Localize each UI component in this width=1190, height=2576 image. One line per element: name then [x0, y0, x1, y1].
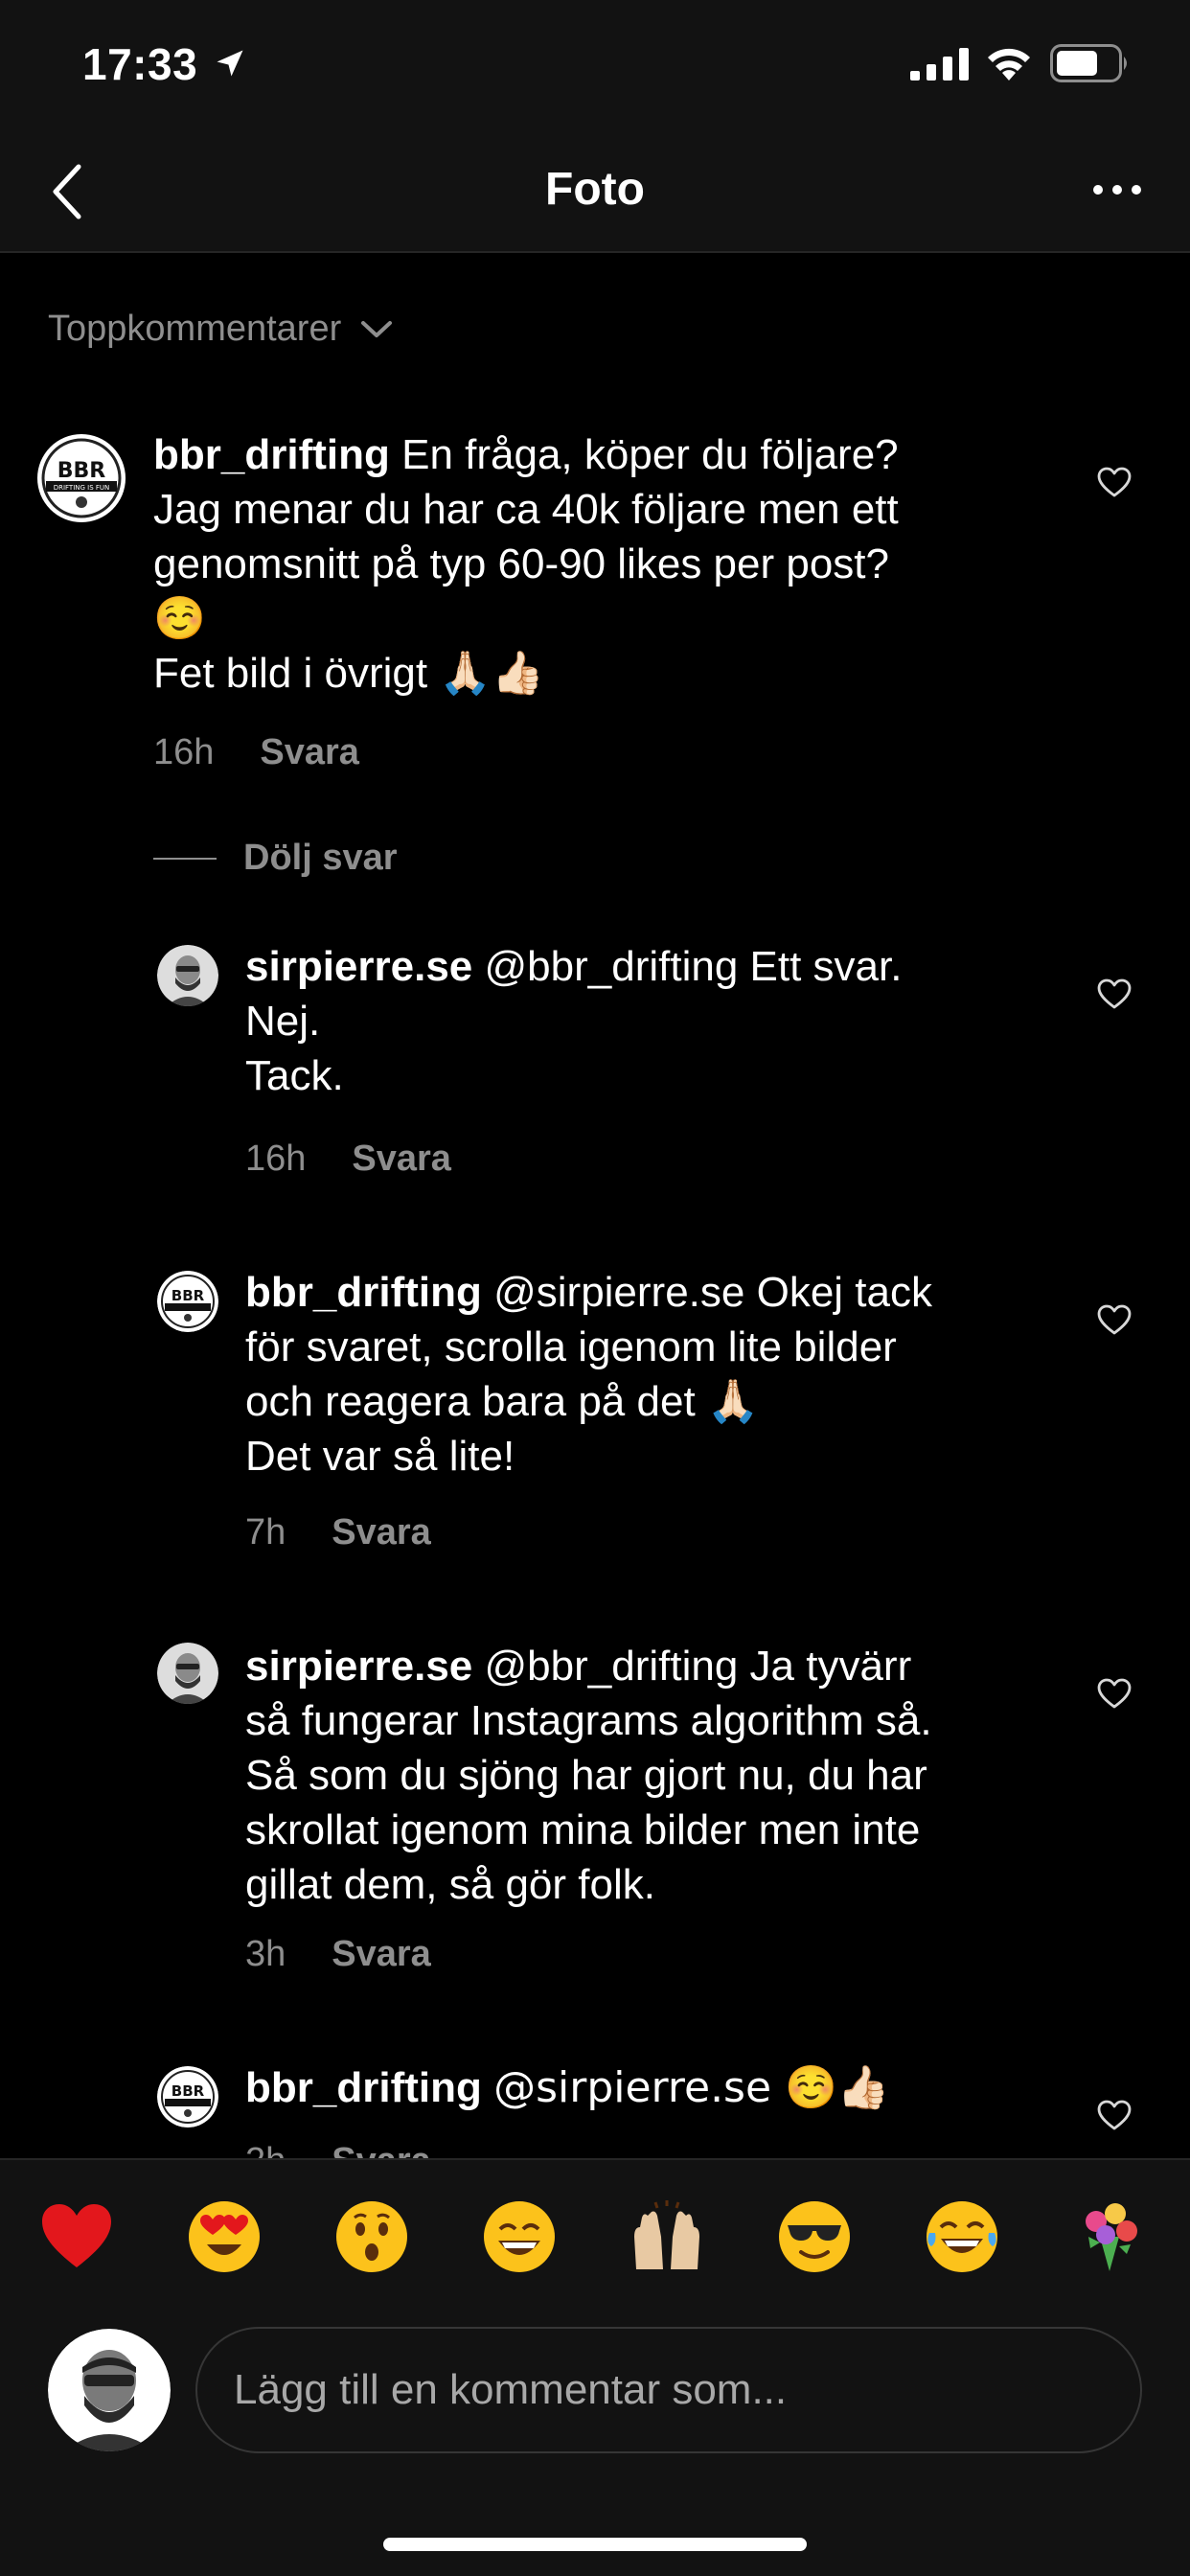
comment-text: sirpierre.se @bbr_drifting Ja tyvärr så … — [245, 1643, 932, 1908]
page-title: Foto — [545, 164, 645, 215]
comment-text: sirpierre.se @bbr_drifting Ett svar. Nej… — [245, 943, 903, 1099]
avatar[interactable]: BBR DRIFTING IS FUN — [36, 433, 126, 523]
sort-dropdown[interactable]: Toppkommentarer — [48, 309, 393, 350]
reply-button[interactable]: Svara — [332, 1512, 431, 1553]
comment-username[interactable]: sirpierre.se — [245, 943, 472, 990]
reply-button[interactable]: Svara — [352, 1138, 451, 1180]
my-avatar — [48, 2329, 171, 2451]
wifi-icon — [988, 48, 1030, 80]
status-bar: 17:33 — [0, 0, 1190, 134]
location-arrow-icon — [217, 50, 243, 77]
hide-replies-label: Dölj svar — [243, 838, 398, 878]
chevron-down-icon — [361, 320, 393, 337]
more-options-icon[interactable] — [1092, 180, 1142, 199]
sunglasses-emoji-icon[interactable] — [776, 2198, 853, 2275]
reply-button[interactable]: Svara — [332, 2141, 431, 2158]
comment-time: 3h — [245, 1934, 286, 1974]
like-heart-icon[interactable] — [1096, 1677, 1133, 1710]
comment-time: 2h — [245, 2141, 286, 2158]
avatar[interactable] — [157, 1643, 218, 1704]
svg-text:BBR: BBR — [57, 459, 106, 483]
sort-label: Toppkommentarer — [48, 309, 342, 349]
comment-username[interactable]: bbr_drifting — [245, 1269, 482, 1316]
raised-hands-emoji-icon[interactable] — [629, 2198, 705, 2275]
comment-username[interactable]: bbr_drifting — [245, 2064, 482, 2111]
red-heart-emoji-icon[interactable] — [38, 2198, 115, 2275]
svg-text:BBR: BBR — [172, 2082, 205, 2100]
divider-line — [153, 857, 217, 860]
comment-username[interactable]: sirpierre.se — [245, 1643, 472, 1690]
home-indicator — [383, 2538, 807, 2551]
comment-meta: 2h Svara — [245, 2141, 431, 2158]
like-heart-icon[interactable] — [1096, 1303, 1133, 1336]
tears-of-joy-emoji-icon[interactable] — [924, 2198, 1000, 2275]
avatar[interactable]: BBR — [157, 1271, 218, 1332]
grinning-emoji-icon[interactable] — [481, 2198, 558, 2275]
reply-button[interactable]: Svara — [260, 732, 359, 773]
comment-text: bbr_drifting @sirpierre.se Okej tack för… — [245, 1269, 932, 1480]
comment-text: bbr_drifting @sirpierre.se ☺️👍🏻 — [245, 2063, 890, 2112]
heart-eyes-emoji-icon[interactable] — [186, 2198, 263, 2275]
like-heart-icon[interactable] — [1096, 2099, 1133, 2131]
comment-meta: 16h Svara — [245, 1138, 451, 1180]
comment-input[interactable] — [195, 2327, 1142, 2453]
comment-username[interactable]: bbr_drifting — [153, 431, 390, 478]
comment-meta: 3h Svara — [245, 1934, 431, 1975]
avatar[interactable]: BBR — [157, 2066, 218, 2128]
quick-emoji-bar — [0, 2158, 1190, 2315]
cellular-signal-icon — [910, 48, 969, 80]
comment-meta: 7h Svara — [245, 1512, 431, 1553]
comment-meta: 16h Svara — [153, 732, 359, 773]
like-heart-icon[interactable] — [1096, 466, 1133, 498]
nav-bar: Foto — [0, 134, 1190, 253]
svg-text:BBR: BBR — [172, 1287, 205, 1304]
bouquet-emoji-icon[interactable] — [1071, 2198, 1148, 2275]
comment-time: 7h — [245, 1512, 286, 1552]
surprised-emoji-icon[interactable] — [333, 2198, 410, 2275]
reply-button[interactable]: Svara — [332, 1934, 431, 1975]
avatar[interactable] — [157, 945, 218, 1006]
svg-text:DRIFTING IS FUN: DRIFTING IS FUN — [54, 484, 110, 492]
hide-replies-button[interactable]: Dölj svar — [153, 838, 398, 879]
comment-time: 16h — [245, 1138, 307, 1179]
comments-list: Toppkommentarer BBR DRIFTING IS FUN bbr_… — [0, 274, 1190, 2158]
comment-text: bbr_drifting En fråga, köper du följare?… — [153, 431, 899, 697]
battery-icon — [1050, 44, 1127, 82]
status-time: 17:33 — [82, 39, 198, 89]
like-heart-icon[interactable] — [1096, 978, 1133, 1010]
comment-composer — [0, 2315, 1190, 2576]
comment-time: 16h — [153, 732, 215, 772]
